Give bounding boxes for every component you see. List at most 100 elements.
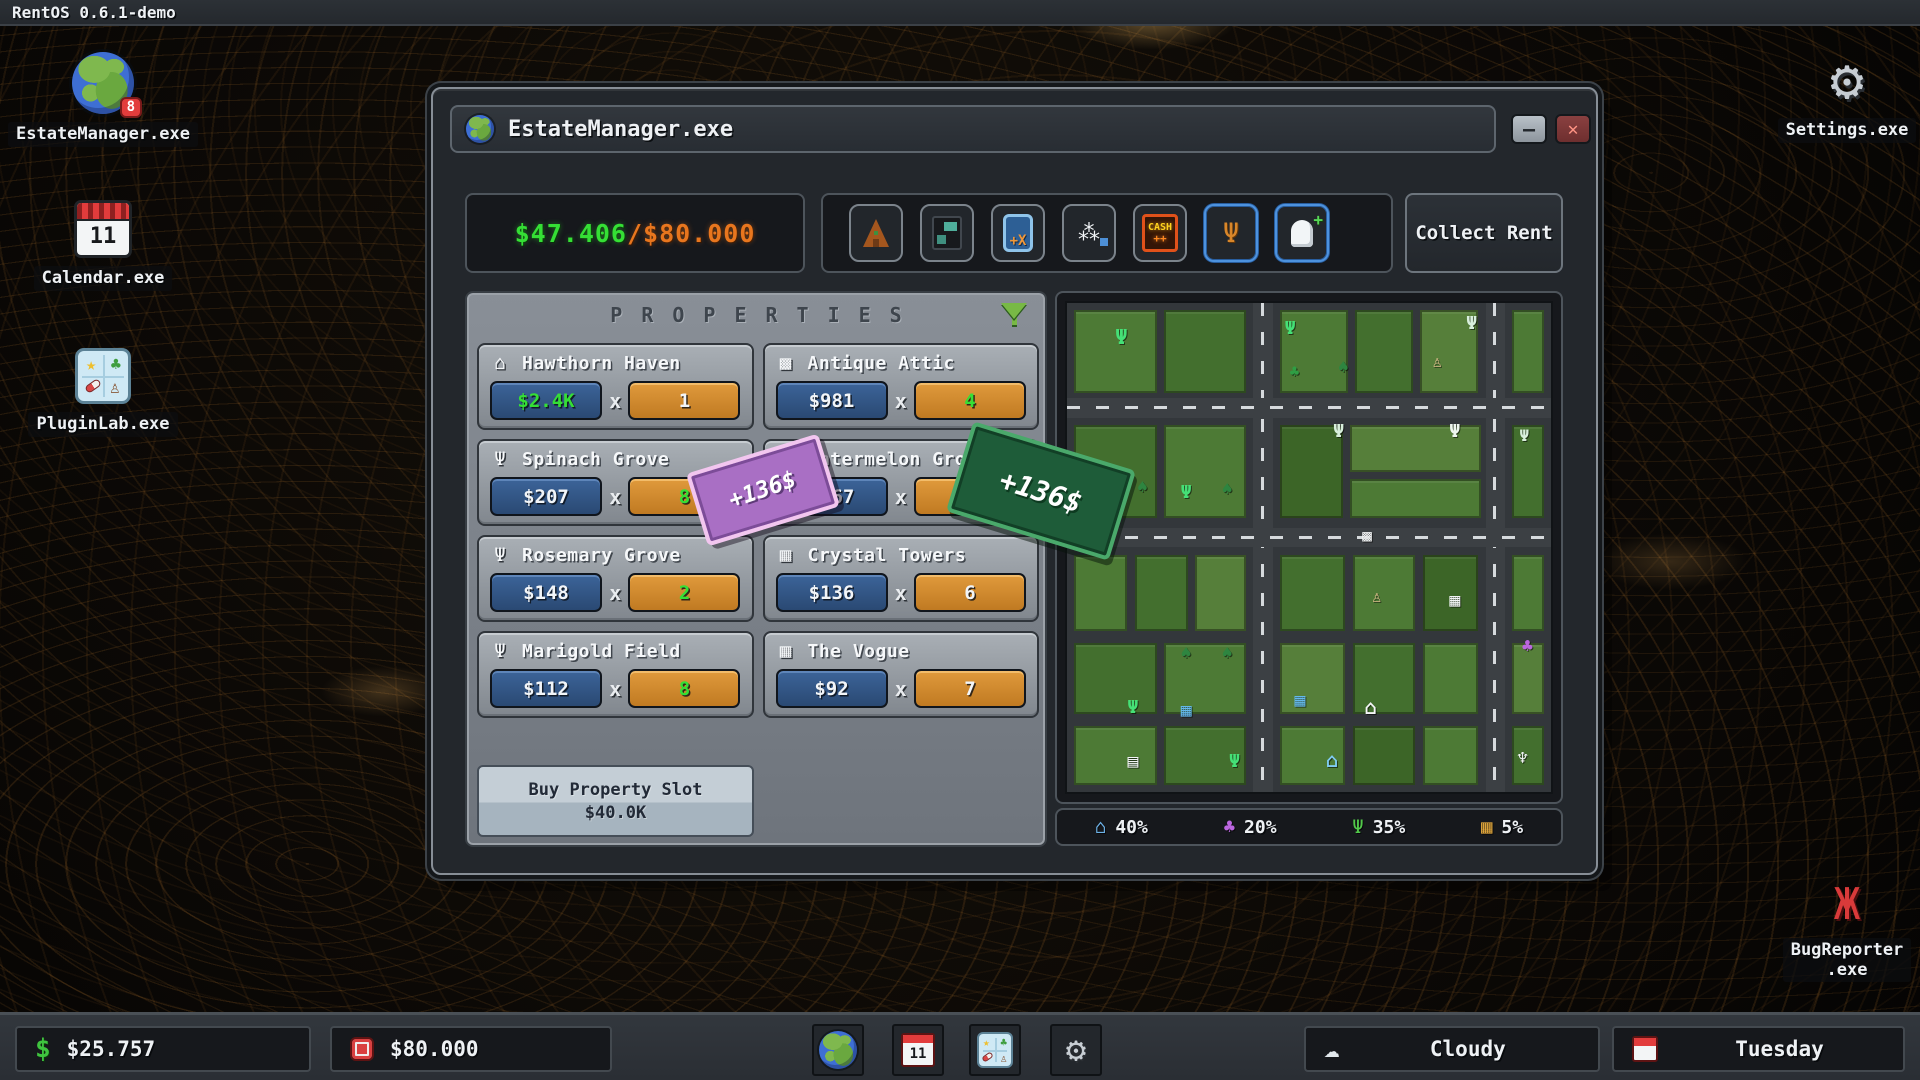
paw-tool-button[interactable]: ⁂ — [1062, 204, 1116, 262]
properties-header: PROPERTIES — [467, 293, 1045, 337]
buy-property-slot-button[interactable]: Buy Property Slot $40.0K — [477, 765, 754, 837]
dollar-icon: $ — [35, 1034, 51, 1064]
price-button[interactable]: $207 — [490, 477, 602, 516]
cash-value: $25.757 — [67, 1037, 156, 1061]
city-map[interactable]: ΨΨΨ♣♠♙ΨΨΨ♠Ψ♠▩♙▦♣♠♠Ψ▦▦⌂▤Ψ⌂♆ — [1065, 301, 1553, 794]
desktop-icon-settings[interactable]: ⚙ Settings.exe — [1752, 52, 1920, 143]
map-block — [1512, 310, 1543, 393]
ghost-tool-button[interactable] — [1275, 204, 1329, 262]
filter-icon — [1001, 303, 1027, 319]
shop-tool-button[interactable] — [920, 204, 974, 262]
map-block — [1164, 425, 1246, 518]
card-plus-tool-button[interactable]: +X — [991, 204, 1045, 262]
basket-icon: ▩ — [774, 352, 798, 374]
stat-grape: ♣ 20% — [1224, 817, 1277, 838]
clover-icon: ♣ — [1000, 1037, 1007, 1048]
price-button[interactable]: $136 — [776, 573, 888, 612]
minimize-button[interactable]: – — [1511, 114, 1547, 144]
count-button[interactable]: 1 — [628, 381, 740, 420]
multiply-sign: x — [609, 485, 621, 509]
taskbar-day-display: Tuesday — [1612, 1026, 1905, 1072]
count-button[interactable]: 7 — [914, 669, 1026, 708]
map-block — [1350, 479, 1481, 518]
map-marker: ▤ — [1128, 753, 1139, 771]
map-marker: ♙ — [1372, 589, 1382, 605]
desktop-icon-label: Calendar.exe — [34, 266, 173, 291]
count-button[interactable]: 6 — [914, 573, 1026, 612]
multiply-sign: x — [895, 677, 907, 701]
properties-title: PROPERTIES — [591, 303, 920, 327]
map-block — [1135, 555, 1188, 631]
desktop-icon-pluginlab[interactable]: ★ ♣ ♙ PluginLab.exe — [8, 348, 198, 437]
map-block — [1423, 643, 1479, 714]
property-name: Marigold Field — [522, 641, 681, 662]
sprout-icon: Ψ — [1352, 818, 1363, 837]
price-button[interactable]: $112 — [490, 669, 602, 708]
window-title: EstateManager.exe — [508, 117, 733, 142]
taskbar-button-estatemanager[interactable] — [812, 1024, 864, 1076]
map-marker: Ψ — [1115, 327, 1127, 347]
map-block — [1164, 310, 1246, 393]
map-marker: ⌂ — [1326, 750, 1338, 770]
window-title-bar[interactable]: EstateManager.exe — [450, 105, 1496, 153]
price-button[interactable]: $148 — [490, 573, 602, 612]
money-readout: $47.406/$80.000 — [465, 193, 805, 273]
map-block — [1280, 643, 1345, 714]
cash-tool-button[interactable]: CASH ++ — [1133, 204, 1187, 262]
cloud-icon: ☁ — [1324, 1034, 1340, 1064]
pluginlab-icon: ★ ♣ ♙ — [75, 348, 131, 404]
desktop-icon-estatemanager[interactable]: 8 EstateManager.exe — [8, 52, 198, 147]
map-block — [1164, 643, 1246, 714]
property-name: Rosemary Grove — [522, 545, 681, 566]
tree-tool-button[interactable] — [849, 204, 903, 262]
taskbar-button-pluginlab[interactable]: ★ ♣ ♙ — [969, 1024, 1021, 1076]
notification-badge: 8 — [120, 97, 142, 118]
price-button[interactable]: $92 — [776, 669, 888, 708]
desktop-icon-label: PluginLab.exe — [28, 412, 177, 437]
property-card: ΨRosemary Grove $148 x 2 — [477, 535, 754, 622]
count-button[interactable]: 8 — [628, 669, 740, 708]
desktop-icon-calendar[interactable]: 11 Calendar.exe — [8, 200, 198, 291]
sprout-icon: Ψ — [488, 640, 512, 662]
gear-icon: ⚙ — [1830, 52, 1864, 110]
map-marker: Ψ — [1466, 315, 1477, 333]
desktop-icon-bugreporter[interactable]: Ж BugReporter .exe — [1752, 880, 1920, 982]
weather-label: Cloudy — [1430, 1037, 1506, 1061]
price-button[interactable]: $2.4K — [490, 381, 602, 420]
card-plus-icon: +X — [1003, 214, 1033, 252]
taskbar-button-calendar[interactable]: 11 — [892, 1024, 944, 1076]
count-button[interactable]: 2 — [628, 573, 740, 612]
filter-button[interactable] — [999, 301, 1029, 331]
map-marker: ♙ — [1432, 354, 1442, 370]
multiply-sign: x — [609, 677, 621, 701]
map-marker: Ψ — [1229, 753, 1240, 771]
map-marker: ♆ — [1517, 750, 1528, 768]
multiply-sign: x — [895, 389, 907, 413]
map-marker: ▦ — [1449, 592, 1460, 610]
building-icon: ▦ — [774, 640, 798, 662]
grape-icon: ♣ — [1224, 818, 1235, 837]
map-marker: Ψ — [1333, 423, 1344, 441]
money-cap: $80.000 — [643, 219, 755, 248]
calendar-icon: 11 — [901, 1033, 935, 1067]
money-current: $47.406 — [515, 219, 627, 248]
map-marker: Ψ — [1181, 484, 1192, 502]
price-button[interactable]: $981 — [776, 381, 888, 420]
sprout-icon: Ψ — [488, 448, 512, 470]
collect-rent-button[interactable]: Collect Rent — [1405, 193, 1563, 273]
map-marker: Ψ — [1449, 423, 1460, 441]
crate-icon: ▦ — [1481, 818, 1492, 837]
count-button[interactable]: 4 — [914, 381, 1026, 420]
globe-icon — [819, 1031, 857, 1069]
taskbar-button-settings[interactable]: ⚙ — [1050, 1024, 1102, 1076]
multiply-sign: x — [895, 485, 907, 509]
target-icon — [350, 1037, 374, 1061]
plant-tool-button[interactable]: Ψ — [1204, 204, 1258, 262]
close-button[interactable]: ✕ — [1555, 114, 1591, 144]
pill-icon — [981, 1051, 993, 1062]
calendar-icon — [1632, 1036, 1658, 1062]
road-vertical — [1253, 303, 1272, 792]
map-marker: ♣ — [1290, 364, 1300, 380]
taskbar-cap-display: $80.000 — [330, 1026, 612, 1072]
map-stats-bar: ⌂ 40% ♣ 20% Ψ 35% ▦ 5% — [1055, 808, 1563, 846]
